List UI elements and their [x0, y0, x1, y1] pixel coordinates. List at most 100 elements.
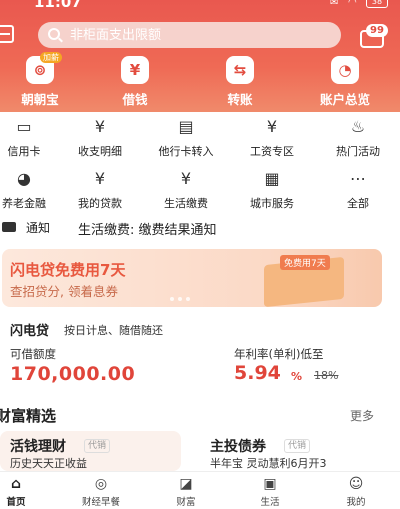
- grid-item-city-services[interactable]: ▦ 城市服务: [232, 168, 312, 211]
- grid-item-label: 城市服务: [250, 197, 294, 210]
- grid-item-label: 收支明细: [78, 145, 122, 158]
- grid-item-card-in[interactable]: ▤ 他行卡转入: [146, 116, 226, 159]
- quick-action-transfer[interactable]: ⇆ 转账: [200, 56, 280, 108]
- loan-rate: 5.94: [234, 362, 281, 384]
- banner-subtitle: 查招贷分, 领着息券: [10, 284, 118, 299]
- new-tag: 加薪: [40, 52, 62, 63]
- loan-description: 按日计息、随借随还: [64, 324, 163, 337]
- quick-action-account-overview[interactable]: ◔ 账户总览: [305, 56, 385, 108]
- banner-box-tag: 免费用7天: [280, 255, 330, 270]
- grid-item-label: 信用卡: [7, 145, 41, 158]
- header: 11:07 ✉ ◠ 38 99 ⊚ 加薪 朝朝宝 ¥ 借钱 ⇆ 转账 ◔ 账户总…: [0, 0, 400, 112]
- grid-item-pension[interactable]: ◕ 养老金融: [0, 168, 64, 211]
- grid-item-label: 热门活动: [336, 145, 380, 158]
- search-icon: [48, 28, 60, 40]
- section-title: 财富精选: [0, 407, 57, 425]
- loan-card[interactable]: 闪电贷 按日计息、随借随还 可借额度 年利率(单利)低至 170,000.00 …: [0, 316, 400, 396]
- quick-action-zhaozhaobao[interactable]: ⊚ 加薪 朝朝宝: [0, 52, 80, 108]
- grid-item-label: 我的贷款: [78, 197, 122, 210]
- tab-profile[interactable]: ☺ 我的: [316, 476, 396, 508]
- salary-icon: ¥: [266, 117, 278, 136]
- status-icons: ✉ ◠ 38: [330, 0, 388, 8]
- card-in-icon: ▤: [178, 117, 194, 136]
- quick-action-borrow[interactable]: ¥ 借钱: [95, 56, 175, 108]
- amount-caption: 可借额度: [10, 347, 56, 361]
- wealth-card-title: 主投债券: [210, 439, 266, 455]
- flame-icon: ♨: [350, 117, 366, 136]
- bottom-tab-bar: ⌂ 首页 ◎ 财经早餐 ◪ 财富 ▣ 生活 ☺ 我的: [0, 471, 400, 509]
- scan-icon[interactable]: [0, 25, 14, 43]
- wealth-section-header: 财富精选 更多: [0, 405, 400, 427]
- grid-item-label: 他行卡转入: [158, 145, 214, 158]
- grid-item-salary[interactable]: ¥ 工资专区: [232, 116, 312, 159]
- wealth-card-right[interactable]: 主投债券 代销 半年宝 灵动慧利6月开3: [194, 431, 400, 471]
- banner-title: 闪电贷免费用7天: [10, 261, 126, 279]
- loan-rate-unit: %: [291, 370, 303, 383]
- grid-item-label: 生活缴费: [164, 197, 208, 210]
- grid-item-label: 全部: [347, 197, 369, 210]
- quick-action-label: 朝朝宝: [21, 92, 59, 107]
- grid-item-label: 工资专区: [250, 145, 294, 158]
- tab-wealth[interactable]: ◪ 财富: [146, 476, 226, 508]
- pension-icon: ◕: [17, 169, 31, 188]
- search-bar[interactable]: [38, 22, 341, 48]
- notification-icon: ✉: [330, 0, 339, 8]
- tab-home[interactable]: ⌂ 首页: [0, 476, 56, 508]
- quick-action-label: 转账: [227, 92, 253, 107]
- carousel-dots: [170, 297, 190, 301]
- more-link[interactable]: 更多: [350, 407, 374, 424]
- tab-label: 财富: [176, 497, 196, 508]
- status-time: 11:07: [34, 0, 82, 11]
- bill-pay-icon: ¥: [180, 169, 192, 188]
- wealth-card-subtitle: 历史天天正收益: [10, 457, 87, 470]
- statement-icon: ¥: [94, 117, 106, 136]
- wealth-card-title: 活钱理财: [10, 439, 66, 455]
- grid-item-hot-activities[interactable]: ♨ 热门活动: [318, 116, 398, 159]
- grid-item-all[interactable]: ⋯ 全部: [318, 168, 398, 211]
- yen-coin-icon: ¥: [121, 56, 149, 84]
- promo-banner[interactable]: 闪电贷免费用7天 查招贷分, 领着息券 免费用7天: [2, 249, 382, 308]
- notice-text: 生活缴费: 缴费结果通知: [78, 223, 217, 238]
- all-menu-icon: ⋯: [350, 169, 366, 188]
- tab-label: 我的: [346, 497, 366, 508]
- distribution-tag: 代销: [284, 439, 311, 453]
- life-icon: ▣: [263, 476, 277, 492]
- grid-item-label: 养老金融: [2, 197, 46, 210]
- wealth-card-left[interactable]: 活钱理财 代销 历史天天正收益: [0, 431, 181, 471]
- tab-label: 首页: [6, 497, 26, 508]
- grid-item-my-loans[interactable]: ¥ 我的贷款: [60, 168, 140, 211]
- grid-item-credit-card[interactable]: ▭ 信用卡: [0, 116, 64, 159]
- wealth-icon: ◪: [179, 476, 193, 492]
- quick-action-label: 借钱: [122, 92, 148, 107]
- transfer-icon: ⇆: [226, 56, 254, 84]
- message-badge: 99: [366, 24, 388, 37]
- loan-amount: 170,000.00: [10, 363, 136, 385]
- loan-name: 闪电贷: [10, 324, 50, 339]
- city-icon: ▦: [264, 169, 280, 188]
- wifi-icon: ◠: [348, 0, 357, 8]
- credit-card-icon: ▭: [16, 117, 32, 136]
- notice-tag: 通知: [26, 221, 51, 235]
- tab-finance-news[interactable]: ◎ 财经早餐: [61, 476, 141, 508]
- wealth-card-subtitle: 半年宝 灵动慧利6月开3: [210, 457, 327, 470]
- loan-icon: ¥: [94, 169, 106, 188]
- original-rate: 18%: [314, 369, 339, 382]
- profile-icon: ☺: [348, 476, 364, 492]
- tab-label: 财经早餐: [81, 497, 120, 508]
- distribution-tag: 代销: [84, 439, 111, 453]
- battery-icon: 38: [366, 0, 388, 8]
- notice-icon: [2, 222, 16, 232]
- grid-item-statement[interactable]: ¥ 收支明细: [60, 116, 140, 159]
- status-bar: 11:07 ✉ ◠ 38: [0, 0, 400, 12]
- news-icon: ◎: [94, 476, 108, 492]
- grid-item-bill-pay[interactable]: ¥ 生活缴费: [146, 168, 226, 211]
- home-icon: ⌂: [10, 476, 22, 492]
- tab-life[interactable]: ▣ 生活: [230, 476, 310, 508]
- overview-icon: ◔: [331, 56, 359, 84]
- quick-actions: ⊚ 加薪 朝朝宝 ¥ 借钱 ⇆ 转账 ◔ 账户总览: [0, 52, 400, 108]
- notice-bar[interactable]: 通知 生活缴费: 缴费结果通知: [0, 217, 400, 239]
- tab-label: 生活: [260, 497, 280, 508]
- quick-action-label: 账户总览: [319, 92, 370, 107]
- rate-caption: 年利率(单利)低至: [234, 347, 324, 361]
- search-input[interactable]: [70, 25, 330, 45]
